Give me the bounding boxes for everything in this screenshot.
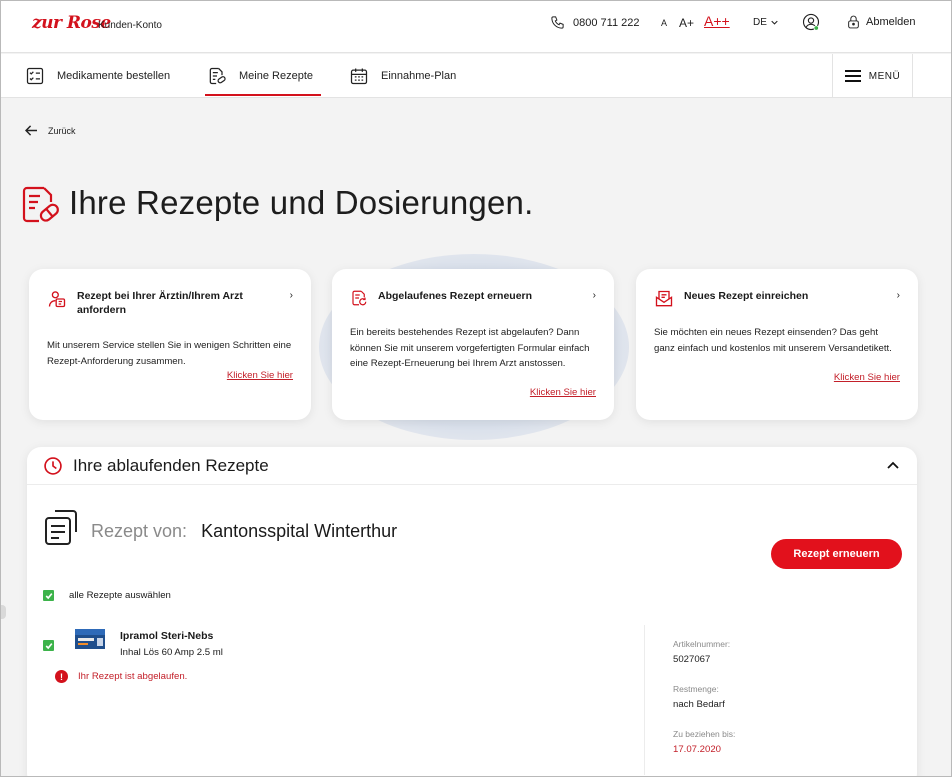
card-link[interactable]: Klicken Sie hier [530,387,596,398]
nav-label: Einnahme-Plan [381,70,457,82]
card-rezept-anfordern[interactable]: Rezept bei Ihrer Ärztin/Ihrem Arzt anfor… [29,269,311,420]
chevron-right-icon: › [289,290,293,301]
doctor-request-icon [48,291,66,308]
nav-item-meine-rezepte[interactable]: Meine Rezepte [205,54,321,98]
valid-until-value: 17.07.2020 [673,744,722,755]
card-rezept-einreichen[interactable]: Neues Rezept einreichen › Sie möchten ei… [636,269,918,420]
calendar-icon [350,68,368,85]
nav-item-einnahme-plan[interactable]: Einnahme-Plan [349,54,456,98]
card-text: Sie möchten ein neues Rezept einsenden? … [654,327,892,354]
phone-number: 0800 711 222 [573,16,640,29]
prescription-group: Rezept von: Kantonsspital Winterthur Rez… [27,484,917,776]
valid-until-label: Zu beziehen bis: [673,729,736,739]
section-title: Ihre ablaufenden Rezepte [73,456,269,475]
mail-prescription-icon [655,290,673,307]
documents-icon [45,510,77,545]
hamburger-icon [844,70,861,82]
prescription-icon [209,67,226,85]
card-text: Mit unserem Service stellen Sie in wenig… [47,340,292,367]
page-title: Ihre Rezepte und Dosierungen. [69,184,534,221]
expiring-prescriptions-section: Ihre ablaufenden Rezepte Rezept von: Kan… [27,447,917,776]
logout-label: Abmelden [866,16,916,28]
account-label: Kunden-Konto [98,20,162,31]
lock-icon [848,15,859,29]
article-number-label: Artikelnummer: [673,639,731,649]
phone-link[interactable]: 0800 711 222 [550,15,639,30]
select-all-label[interactable]: alle Rezepte auswählen [69,590,171,601]
divider [644,625,645,775]
nav-label: Medikamente bestellen [57,70,171,82]
card-header: Abgelaufenes Rezept erneuern › [350,289,596,307]
card-title: Neues Rezept einreichen [684,290,809,302]
article-number-value: 5027067 [673,654,711,665]
prescription-source: Rezept von: Kantonsspital Winterthur [91,521,397,542]
card-header: Rezept bei Ihrer Ärztin/Ihrem Arzt anfor… [47,289,293,317]
main-nav: Medikamente bestellen Meine Rezepte Einn… [1,54,951,98]
language-selector[interactable]: DE [753,17,778,28]
item-checkbox[interactable] [43,640,54,651]
checkmark-icon [45,592,52,599]
card-header: Neues Rezept einreichen › [654,289,900,309]
back-link[interactable]: Zurück [25,125,76,136]
checklist-icon [26,67,44,85]
product-name[interactable]: Ipramol Steri-Nebs [120,630,213,642]
nav-label: Meine Rezepte [239,70,313,82]
top-bar: zur Rose Kunden-Konto 0800 711 222 A A+ … [1,1,951,53]
product-description: Inhal Lös 60 Amp 2.5 ml [120,647,223,658]
card-link[interactable]: Klicken Sie hier [227,370,293,381]
chevron-right-icon: › [896,290,900,301]
product-image [75,629,105,649]
font-size-medium[interactable]: A+ [679,16,694,30]
renew-prescription-icon [352,290,367,306]
arrow-left-icon [25,125,37,136]
source-label: Rezept von: [91,521,188,541]
source-value: Kantonsspital Winterthur [201,521,398,541]
logout-button[interactable]: Abmelden [847,15,916,29]
chevron-down-icon [771,20,778,25]
scroll-handle[interactable] [1,605,6,619]
expired-status: ! Ihr Rezept ist abgelaufen. [55,670,187,683]
card-text: Ein bereits bestehendes Rezept ist abgel… [350,327,590,369]
expired-status-text: Ihr Rezept ist abgelaufen. [78,671,188,682]
alert-icon: ! [55,670,68,683]
user-account-icon[interactable] [802,13,820,31]
card-link[interactable]: Klicken Sie hier [834,372,900,383]
prescription-title-icon [22,186,59,223]
section-header[interactable]: Ihre ablaufenden Rezepte [43,456,269,476]
language-value: DE [753,17,767,28]
checkmark-icon [45,642,52,649]
remaining-value: nach Bedarf [673,699,725,710]
menu-label: MENÜ [868,70,901,82]
select-all-checkbox[interactable] [43,590,54,601]
back-label: Zurück [48,125,76,136]
font-size-large[interactable]: A++ [704,13,730,29]
card-title: Rezept bei Ihrer Ärztin/Ihrem Arzt anfor… [77,290,243,316]
font-size-small[interactable]: A [661,18,667,28]
browser-frame: zur Rose Kunden-Konto 0800 711 222 A A+ … [0,0,952,777]
renew-prescription-button[interactable]: Rezept erneuern [771,539,902,569]
chevron-right-icon: › [592,290,596,301]
card-rezept-erneuern[interactable]: Abgelaufenes Rezept erneuern › Ein berei… [332,269,614,420]
remaining-label: Restmenge: [673,684,719,694]
menu-button[interactable]: MENÜ [832,54,913,98]
phone-icon [551,16,564,29]
card-title: Abgelaufenes Rezept erneuern [378,290,533,302]
chevron-up-icon[interactable] [887,459,899,471]
nav-item-medikamente[interactable]: Medikamente bestellen [25,54,170,98]
clock-icon [44,457,62,475]
